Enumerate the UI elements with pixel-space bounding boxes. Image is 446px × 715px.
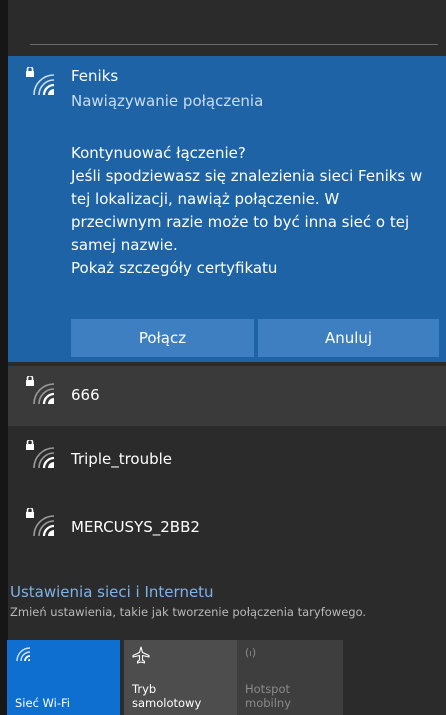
network-list-item[interactable]: 666 (8, 366, 446, 426)
prompt-line: Jeśli spodziewasz się znalezienia sieci … (71, 167, 423, 185)
prompt-line: samej nazwie. (71, 236, 178, 254)
cancel-button[interactable]: Anuluj (258, 319, 439, 357)
wifi-icon (15, 646, 33, 666)
secured-wifi-icon (24, 376, 58, 406)
network-name: Triple_trouble (71, 450, 173, 468)
mobile-hotspot-tile[interactable]: (ı) Hotspot mobilny (237, 640, 343, 715)
top-divider (30, 44, 438, 45)
network-status: Nawiązywanie połączenia (71, 92, 264, 110)
network-flyout: Feniks Nawiązywanie połączenia Kontynuow… (0, 0, 446, 715)
network-name: MERCUSYS_2BB2 (71, 518, 200, 536)
left-edge (0, 0, 8, 715)
airplane-icon (132, 646, 150, 668)
secured-wifi-icon (24, 67, 58, 97)
network-settings-link[interactable]: Ustawienia sieci i Internetu (10, 583, 214, 601)
secured-wifi-icon (24, 440, 58, 470)
tile-label: Sieć Wi-Fi (15, 696, 70, 710)
wifi-toggle-tile[interactable]: Sieć Wi-Fi (7, 640, 120, 715)
network-name: Feniks (71, 67, 119, 85)
connect-button[interactable]: Połącz (71, 319, 254, 357)
prompt-line: tej lokalizacji, nawiąż połączenie. W (71, 190, 340, 208)
tile-label: Hotspot mobilny (245, 682, 292, 710)
network-settings-description: Zmień ustawienia, takie jak tworzenie po… (10, 605, 367, 619)
network-list-item[interactable]: MERCUSYS_2BB2 (8, 494, 446, 554)
airplane-mode-tile[interactable]: Tryb samolotowy (124, 640, 237, 715)
prompt-question: Kontynuować łączenie? (71, 144, 246, 162)
secured-wifi-icon (24, 508, 58, 538)
hotspot-icon: (ı) (245, 646, 257, 659)
show-certificate-link[interactable]: Pokaż szczegóły certyfikatu (71, 257, 417, 280)
prompt-line: przeciwnym razie może to być inna sieć o… (71, 213, 410, 231)
tile-label: Tryb samolotowy (132, 682, 202, 710)
network-list-item[interactable]: Triple_trouble (8, 430, 446, 490)
network-name: 666 (71, 386, 100, 404)
connect-prompt: Kontynuować łączenie? Jeśli spodziewasz … (71, 142, 423, 280)
